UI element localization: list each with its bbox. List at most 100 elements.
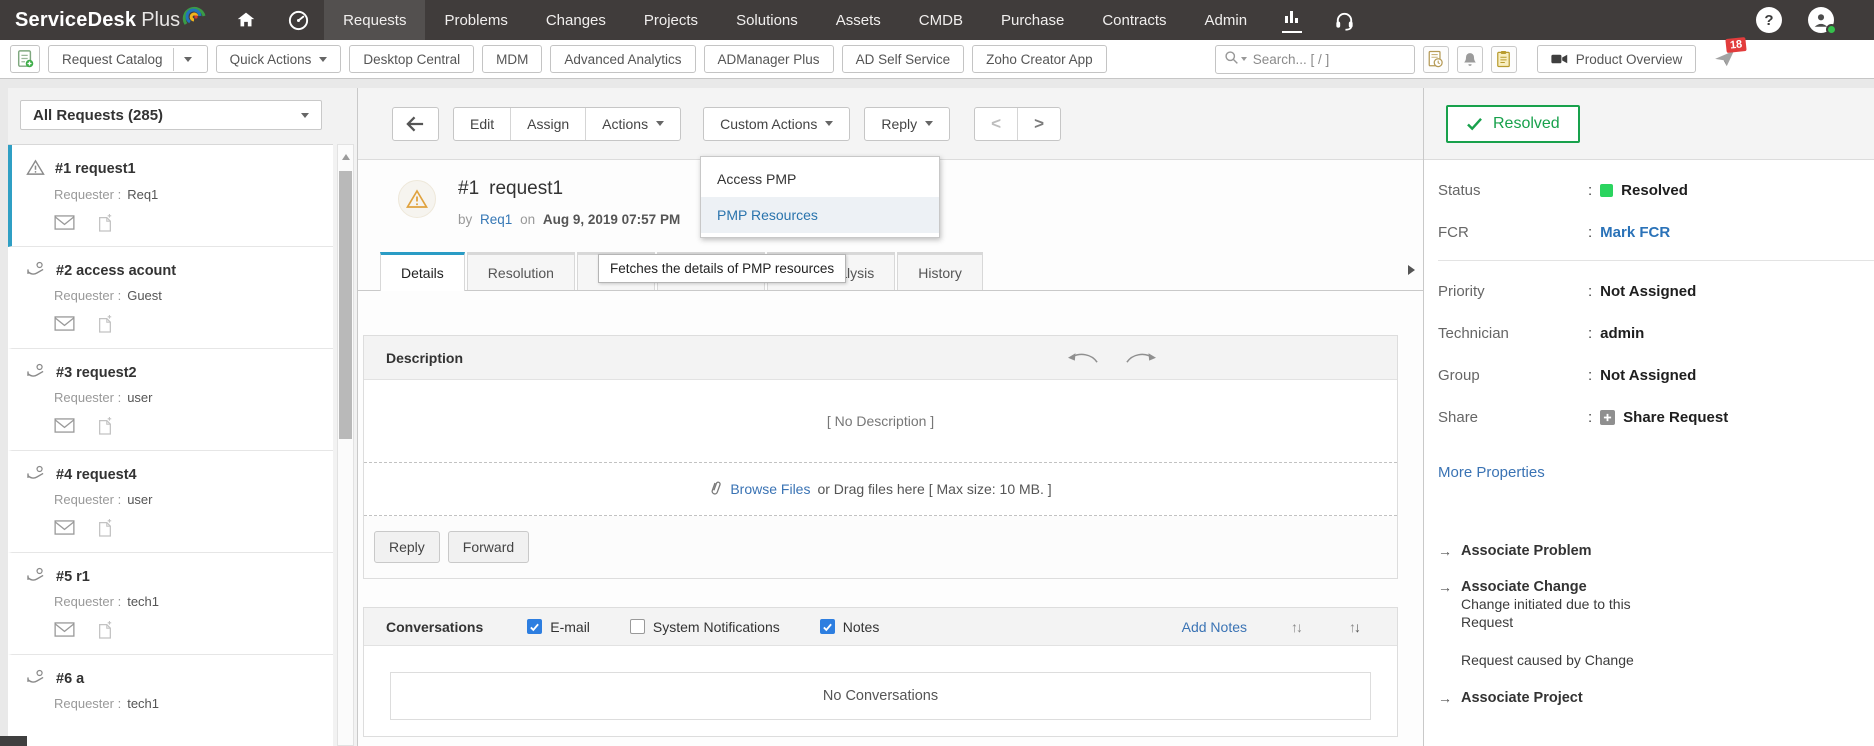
forward-button[interactable]: Forward [447, 531, 530, 563]
reports-chart-icon[interactable] [1266, 0, 1318, 40]
request-tab-bar: Details Resolution Tasks Work Logs Time … [358, 252, 1423, 291]
associate-project-link[interactable]: → Associate Project [1438, 690, 1874, 706]
resolved-status-button[interactable]: Resolved [1446, 104, 1580, 143]
associate-problem-link[interactable]: → Associate Problem [1438, 543, 1874, 559]
request-list-item-1[interactable]: #1 request1 Requester : Req1 [8, 145, 333, 247]
nav-item-projects[interactable]: Projects [625, 0, 717, 40]
reply-arrow-icon[interactable] [1067, 350, 1099, 368]
request-list-item-3[interactable]: #3 request2 Requester : user [8, 349, 333, 451]
advanced-analytics-button[interactable]: Advanced Analytics [550, 45, 696, 73]
whats-new-icon[interactable]: 18 [1714, 36, 1748, 70]
notifications-bell-icon[interactable] [1456, 45, 1483, 73]
desktop-central-button[interactable]: Desktop Central [349, 45, 475, 73]
product-overview-button[interactable]: Product Overview [1536, 45, 1697, 73]
mdm-button[interactable]: MDM [482, 45, 543, 73]
notes-checkbox[interactable] [819, 619, 835, 634]
help-icon[interactable] [1756, 7, 1782, 33]
back-arrow-icon [406, 116, 424, 131]
nav-item-assets[interactable]: Assets [817, 0, 900, 40]
servicedesk-logo[interactable]: ServiceDesk Plus [0, 0, 220, 40]
ad-self-service-button[interactable]: AD Self Service [841, 45, 965, 73]
actions-dropdown-button[interactable]: Actions [585, 107, 680, 140]
request-list-item-6[interactable]: #6 a Requester : tech1 [8, 655, 333, 746]
new-request-icon[interactable] [10, 45, 40, 73]
change-initiated-link[interactable]: Change initiated due to this Request [1461, 595, 1661, 631]
request-list-item-5[interactable]: #5 r1 Requester : tech1 [8, 553, 333, 655]
request-filter-dropdown[interactable]: All Requests (285) [20, 100, 322, 130]
previous-request-button[interactable]: < [975, 108, 1017, 140]
copy-request-icon[interactable] [97, 213, 113, 235]
request-page-title: #1 request1 [458, 178, 680, 200]
filter-system-notifications[interactable]: System Notifications [629, 619, 780, 635]
filter-email[interactable]: E-mail [527, 619, 590, 635]
dashboard-gauge-icon[interactable] [272, 0, 324, 40]
menu-item-access-pmp[interactable]: Access PMP [701, 161, 939, 197]
nav-item-solutions[interactable]: Solutions [717, 0, 817, 40]
headset-support-icon[interactable] [1318, 0, 1370, 40]
zoho-creator-app-button[interactable]: Zoho Creator App [972, 45, 1107, 73]
requester-link[interactable]: Req1 [480, 212, 512, 227]
tab-details[interactable]: Details [380, 252, 465, 291]
nav-item-purchase[interactable]: Purchase [982, 0, 1083, 40]
collapse-expand-icon[interactable]: ↑↓ [1291, 619, 1303, 635]
email-checkbox[interactable] [527, 619, 543, 634]
request-list-item-2[interactable]: #2 access acount Requester : Guest [8, 247, 333, 349]
envelope-icon[interactable] [54, 215, 75, 233]
nav-item-cmdb[interactable]: CMDB [900, 0, 982, 40]
reply-button[interactable]: Reply [374, 531, 440, 563]
search-input[interactable] [1252, 51, 1373, 67]
reply-dropdown-button[interactable]: Reply [864, 106, 951, 141]
scheduled-report-icon[interactable] [1422, 45, 1449, 73]
envelope-icon[interactable] [54, 520, 75, 538]
envelope-icon[interactable] [54, 316, 75, 334]
user-profile-icon[interactable] [1808, 7, 1837, 35]
copy-request-icon[interactable] [97, 416, 113, 438]
associate-change-link[interactable]: → Associate Change [1438, 579, 1874, 595]
assign-button[interactable]: Assign [510, 107, 585, 140]
admanager-plus-button[interactable]: ADManager Plus [703, 45, 834, 73]
chevron-down-icon [319, 56, 328, 62]
search-scope-caret-icon[interactable] [1240, 57, 1247, 61]
home-icon[interactable] [220, 0, 272, 40]
nav-item-contracts[interactable]: Contracts [1083, 0, 1185, 40]
tasks-clipboard-icon[interactable] [1490, 45, 1517, 73]
mark-fcr-link[interactable]: Mark FCR [1600, 224, 1670, 241]
system-notifications-checkbox[interactable] [629, 619, 645, 634]
share-plus-icon[interactable] [1600, 410, 1616, 425]
add-notes-link[interactable]: Add Notes [1182, 619, 1247, 635]
sidebar-scrollbar[interactable] [337, 144, 354, 746]
copy-request-icon[interactable] [97, 518, 113, 540]
edit-button[interactable]: Edit [454, 108, 510, 140]
request-list-item-4[interactable]: #4 request4 Requester : user [8, 451, 333, 553]
tab-overflow-arrow-icon[interactable] [1408, 265, 1415, 275]
custom-actions-dropdown-button[interactable]: Custom Actions [703, 106, 851, 141]
nav-item-admin[interactable]: Admin [1186, 0, 1267, 40]
menu-item-pmp-resources[interactable]: PMP Resources [701, 197, 939, 233]
copy-request-icon[interactable] [97, 314, 113, 336]
tab-resolution[interactable]: Resolution [466, 252, 575, 290]
forward-arrow-icon[interactable] [1125, 350, 1157, 368]
request-caused-by-change-link[interactable]: Request caused by Change [1461, 651, 1661, 669]
scroll-up-arrow-icon[interactable] [342, 154, 350, 160]
envelope-icon[interactable] [54, 418, 75, 436]
nav-item-problems[interactable]: Problems [425, 0, 526, 40]
envelope-icon[interactable] [54, 622, 75, 640]
nav-item-changes[interactable]: Changes [527, 0, 625, 40]
next-request-button[interactable]: > [1017, 107, 1060, 140]
conversations-title: Conversations [386, 618, 484, 635]
sort-order-icon[interactable]: ↑↓ [1349, 619, 1361, 635]
nav-item-requests[interactable]: Requests [324, 0, 426, 40]
global-search[interactable] [1214, 44, 1415, 74]
request-catalog-button[interactable]: Request Catalog [48, 45, 208, 73]
copy-request-icon[interactable] [97, 620, 113, 642]
request-catalog-caret[interactable] [172, 47, 194, 71]
filter-notes[interactable]: Notes [819, 619, 879, 635]
back-button[interactable] [392, 106, 439, 141]
scrollbar-thumb[interactable] [339, 171, 352, 439]
share-request-link[interactable]: Share Request [1623, 409, 1728, 426]
more-properties-link[interactable]: More Properties [1438, 464, 1874, 481]
browse-files-link[interactable]: Browse Files [730, 481, 810, 497]
quick-actions-button[interactable]: Quick Actions [215, 45, 342, 73]
chat-widget[interactable] [0, 736, 27, 746]
tab-history[interactable]: History [897, 252, 983, 290]
